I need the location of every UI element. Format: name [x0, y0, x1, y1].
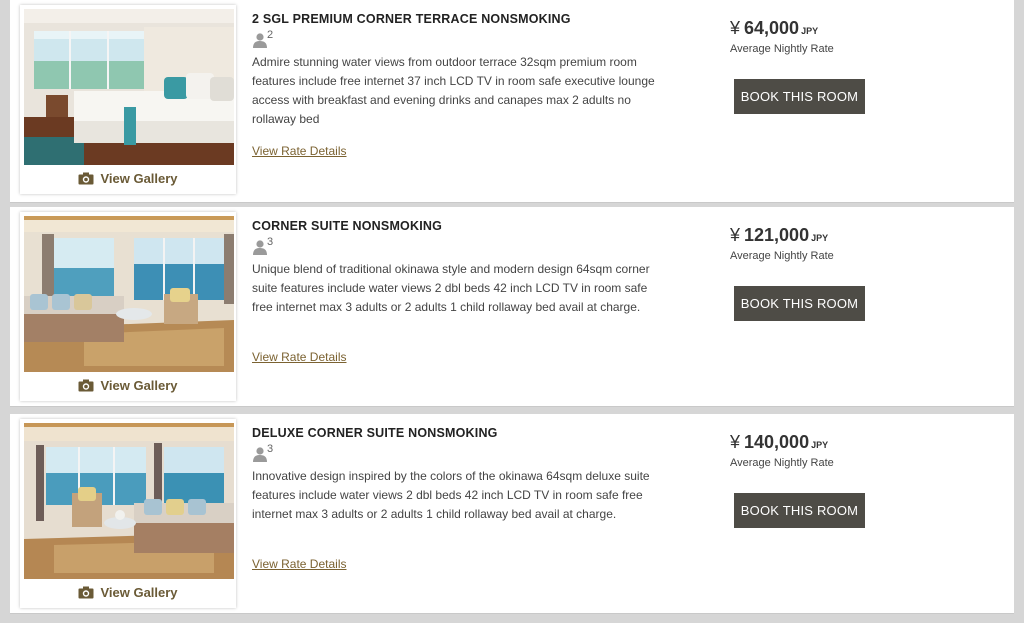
nightly-price: ¥140,000 JPY [730, 432, 930, 453]
occupancy-count: 3 [267, 443, 274, 455]
price-label: Average Nightly Rate [730, 43, 834, 55]
room-name: CORNER SUITE NONSMOKING [252, 219, 443, 233]
currency-symbol: ¥ [730, 432, 741, 452]
occupancy-count: 2 [267, 29, 274, 41]
max-occupancy: 3 [252, 236, 672, 254]
book-this-room-button[interactable]: BOOK THIS ROOM [734, 286, 865, 321]
room-thumbnail[interactable]: View Gallery [20, 5, 236, 194]
view-gallery-label: View Gallery [100, 171, 178, 186]
price-box: ¥121,000 JPY Average Nightly Rate BOOK TH… [730, 225, 930, 321]
room-description: Innovative design inspired by the colors… [252, 469, 650, 521]
room-thumbnail[interactable]: View Gallery [20, 212, 236, 401]
max-occupancy: 2 [252, 29, 672, 47]
room-info: CORNER SUITE NONSMOKING 3 Unique blend o… [252, 219, 672, 364]
camera-icon [78, 586, 94, 599]
view-rate-details-link[interactable]: View Rate Details [252, 144, 347, 158]
room-card: View Gallery CORNER SUITE NONSMOKING 3 U… [10, 207, 1014, 407]
camera-icon [78, 172, 94, 185]
view-gallery-label: View Gallery [100, 378, 178, 393]
nightly-price: ¥121,000 JPY [730, 225, 930, 246]
camera-icon [78, 379, 94, 392]
currency-code: JPY [811, 233, 829, 243]
person-icon [252, 32, 268, 48]
person-icon [252, 239, 268, 255]
nightly-price: ¥64,000 JPY [730, 18, 930, 39]
room-description: Unique blend of traditional okinawa styl… [252, 262, 650, 314]
price-amount: 64,000 [744, 18, 800, 38]
room-description: Admire stunning water views from outdoor… [252, 55, 655, 126]
currency-symbol: ¥ [730, 225, 741, 245]
price-label: Average Nightly Rate [730, 457, 834, 469]
price-amount: 121,000 [744, 225, 810, 245]
room-card: View Gallery 2 SGL PREMIUM CORNER TERRAC… [10, 0, 1014, 203]
room-photo[interactable] [24, 216, 234, 372]
room-thumbnail[interactable]: View Gallery [20, 419, 236, 608]
book-this-room-button[interactable]: BOOK THIS ROOM [734, 79, 865, 114]
room-info: DELUXE CORNER SUITE NONSMOKING 3 Innovat… [252, 426, 672, 571]
currency-code: JPY [801, 26, 819, 36]
book-this-room-button[interactable]: BOOK THIS ROOM [734, 493, 865, 528]
view-gallery-link[interactable]: View Gallery [20, 171, 236, 186]
person-icon [252, 446, 268, 462]
room-photo[interactable] [24, 423, 234, 579]
room-name: DELUXE CORNER SUITE NONSMOKING [252, 426, 498, 440]
view-rate-details-link[interactable]: View Rate Details [252, 350, 347, 364]
view-gallery-link[interactable]: View Gallery [20, 378, 236, 393]
currency-symbol: ¥ [730, 18, 741, 38]
view-gallery-link[interactable]: View Gallery [20, 585, 236, 600]
price-box: ¥140,000 JPY Average Nightly Rate BOOK TH… [730, 432, 930, 528]
room-list: View Gallery 2 SGL PREMIUM CORNER TERRAC… [10, 0, 1014, 623]
max-occupancy: 3 [252, 443, 672, 461]
room-name: 2 SGL PREMIUM CORNER TERRACE NONSMOKING [252, 12, 571, 26]
room-photo[interactable] [24, 9, 234, 165]
view-gallery-label: View Gallery [100, 585, 178, 600]
view-rate-details-link[interactable]: View Rate Details [252, 557, 347, 571]
price-box: ¥64,000 JPY Average Nightly Rate BOOK THI… [730, 18, 930, 114]
room-card: View Gallery DELUXE CORNER SUITE NONSMOK… [10, 414, 1014, 614]
currency-code: JPY [811, 440, 829, 450]
price-label: Average Nightly Rate [730, 250, 834, 262]
occupancy-count: 3 [267, 236, 274, 248]
room-info: 2 SGL PREMIUM CORNER TERRACE NONSMOKING … [252, 12, 672, 158]
price-amount: 140,000 [744, 432, 810, 452]
